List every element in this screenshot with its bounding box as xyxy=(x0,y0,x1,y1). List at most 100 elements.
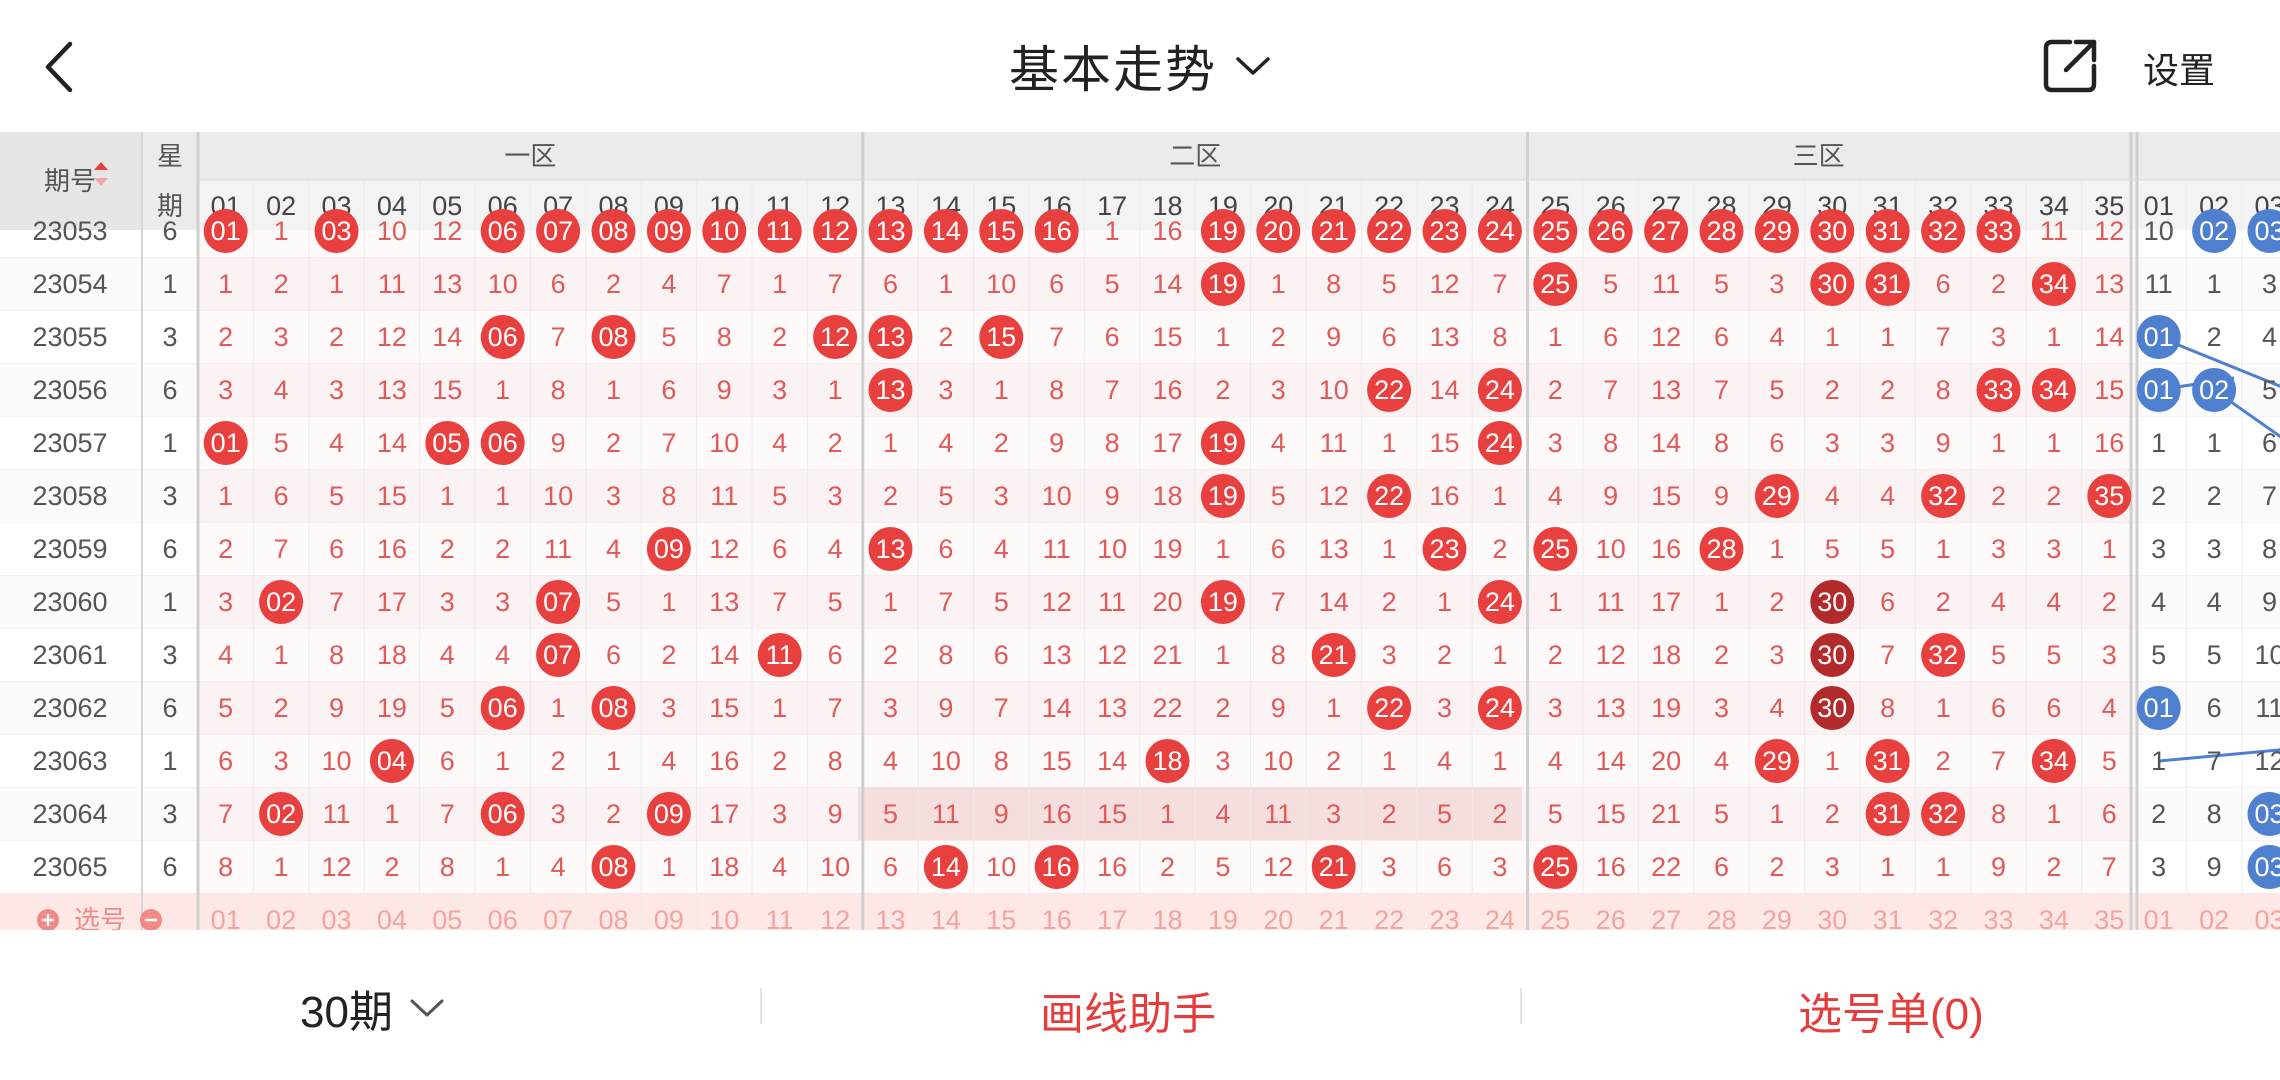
blue-miss-count: 9 xyxy=(2207,852,2222,882)
miss-count: 3 xyxy=(1825,852,1840,882)
miss-count: 2 xyxy=(1548,375,1563,405)
miss-count: 2 xyxy=(1215,693,1230,723)
miss-count: 10 xyxy=(986,852,1016,882)
drawn-number-label: 16 xyxy=(1042,852,1072,882)
select-number: 03 xyxy=(2254,905,2280,930)
week-day: 6 xyxy=(162,852,177,882)
blue-miss-count: 5 xyxy=(2262,375,2277,405)
drawn-number-label: 32 xyxy=(1928,799,1958,829)
miss-count: 1 xyxy=(1271,269,1286,299)
miss-count: 19 xyxy=(1651,693,1681,723)
miss-count: 6 xyxy=(329,534,344,564)
select-number: 23 xyxy=(1429,905,1459,930)
miss-count: 3 xyxy=(772,799,787,829)
miss-count: 3 xyxy=(440,587,455,617)
miss-count: 13 xyxy=(1319,534,1349,564)
miss-count: 16 xyxy=(1596,852,1626,882)
miss-count: 9 xyxy=(938,693,953,723)
blue-miss-count: 4 xyxy=(2262,322,2277,352)
drawn-number-label: 12 xyxy=(820,322,850,352)
miss-count: 3 xyxy=(1714,693,1729,723)
miss-count: 1 xyxy=(495,746,510,776)
chart-type-selector[interactable]: 基本走势 xyxy=(1009,30,1271,102)
miss-count: 15 xyxy=(432,375,462,405)
miss-count: 8 xyxy=(994,746,1009,776)
drawn-number-label: 33 xyxy=(1983,375,2013,405)
miss-count: 1 xyxy=(1936,534,1951,564)
miss-count: 8 xyxy=(938,640,953,670)
week-day: 6 xyxy=(162,693,177,723)
miss-count: 2 xyxy=(772,746,787,776)
miss-count: 5 xyxy=(883,799,898,829)
miss-count: 2 xyxy=(606,428,621,458)
miss-count: 12 xyxy=(1319,481,1349,511)
share-icon[interactable] xyxy=(2040,36,2100,96)
miss-count: 10 xyxy=(1263,746,1293,776)
miss-count: 9 xyxy=(1603,481,1618,511)
back-arrow-icon[interactable] xyxy=(40,38,84,96)
drawn-number-label: 30 xyxy=(1817,693,1847,723)
miss-count: 4 xyxy=(1548,746,1563,776)
miss-count: 2 xyxy=(329,322,344,352)
miss-count: 7 xyxy=(1880,640,1895,670)
miss-count: 1 xyxy=(495,852,510,882)
select-number: 19 xyxy=(1208,905,1238,930)
miss-count: 8 xyxy=(1936,375,1951,405)
drawn-number-label: 13 xyxy=(875,216,905,246)
drawn-number-label: 32 xyxy=(1928,640,1958,670)
drawn-number-label: 29 xyxy=(1762,746,1792,776)
miss-count: 14 xyxy=(1097,746,1127,776)
miss-count: 8 xyxy=(1049,375,1064,405)
period-select[interactable]: 30期 xyxy=(300,976,445,1040)
miss-count: 13 xyxy=(1042,640,1072,670)
drawn-number-label: 24 xyxy=(1485,375,1515,405)
miss-count: 1 xyxy=(218,481,233,511)
miss-count: 5 xyxy=(1603,269,1618,299)
miss-count: 4 xyxy=(495,640,510,670)
miss-count: 4 xyxy=(2046,587,2061,617)
blue-miss-count: 4 xyxy=(2151,587,2166,617)
drawn-number-label: 22 xyxy=(1374,481,1404,511)
drawn-number-label: 22 xyxy=(1374,216,1404,246)
drawn-number-label: 08 xyxy=(598,322,628,352)
miss-count: 10 xyxy=(820,852,850,882)
blue-number-label: 02 xyxy=(2199,216,2229,246)
week-day: 6 xyxy=(162,534,177,564)
miss-count: 2 xyxy=(1271,322,1286,352)
divider xyxy=(1520,988,1522,1024)
miss-count: 8 xyxy=(329,640,344,670)
miss-count: 3 xyxy=(495,587,510,617)
drawn-number-label: 30 xyxy=(1817,269,1847,299)
miss-count: 11 xyxy=(2040,216,2068,246)
miss-count: 1 xyxy=(440,481,455,511)
issue-number: 23061 xyxy=(32,640,107,670)
miss-count: 4 xyxy=(329,428,344,458)
select-number: 12 xyxy=(820,905,850,930)
draw-helper-button[interactable]: 画线助手 xyxy=(1040,978,1216,1042)
miss-count: 4 xyxy=(1991,587,2006,617)
miss-count: 9 xyxy=(329,693,344,723)
miss-count: 4 xyxy=(274,375,289,405)
miss-count: 6 xyxy=(772,534,787,564)
settings-button[interactable]: 设置 xyxy=(2143,42,2215,94)
blue-miss-count: 6 xyxy=(2262,428,2277,458)
miss-count: 6 xyxy=(2046,693,2061,723)
blue-miss-count: 4 xyxy=(2207,587,2222,617)
miss-count: 7 xyxy=(938,587,953,617)
select-number: 13 xyxy=(875,905,905,930)
drawn-number-label: 11 xyxy=(766,640,794,670)
miss-count: 11 xyxy=(322,799,350,829)
miss-count: 14 xyxy=(709,640,739,670)
drawn-number-label: 34 xyxy=(2039,269,2069,299)
miss-count: 1 xyxy=(1492,746,1507,776)
miss-count: 7 xyxy=(1936,322,1951,352)
miss-count: 6 xyxy=(1714,322,1729,352)
miss-count: 8 xyxy=(1105,428,1120,458)
blue-number-label: 01 xyxy=(2144,375,2174,405)
miss-count: 3 xyxy=(2102,640,2117,670)
miss-count: 12 xyxy=(1429,269,1459,299)
miss-count: 5 xyxy=(329,481,344,511)
miss-count: 3 xyxy=(218,375,233,405)
miss-count: 1 xyxy=(1215,534,1230,564)
pick-list-button[interactable]: 选号单(0) xyxy=(1798,978,1984,1042)
